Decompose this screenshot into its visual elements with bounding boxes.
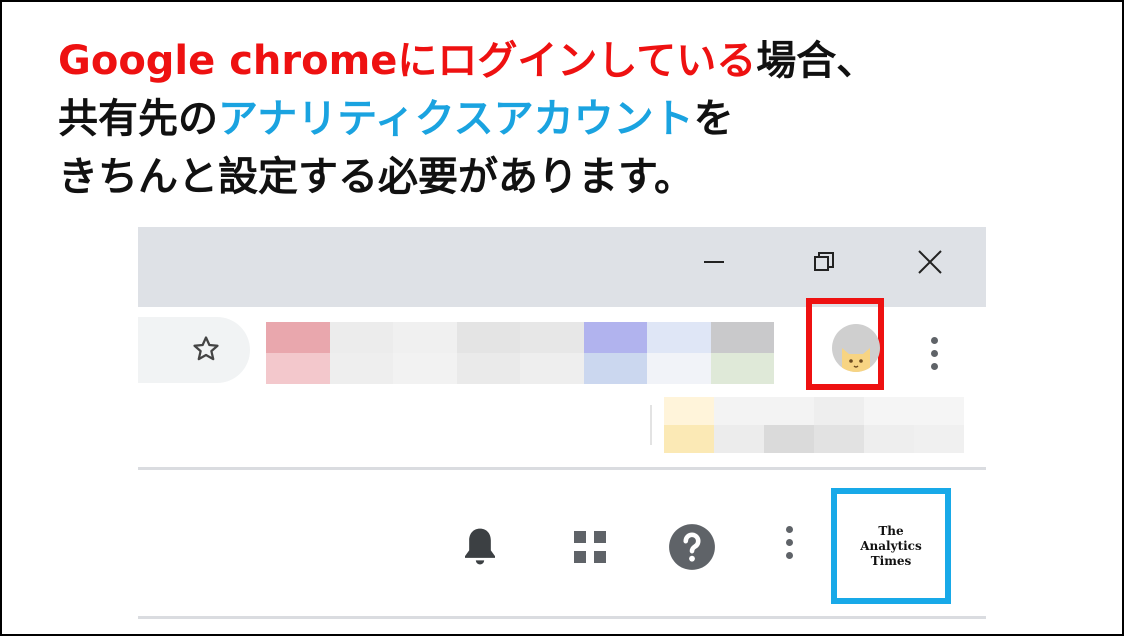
more-vert-dot	[930, 363, 938, 370]
notifications-button[interactable]	[456, 523, 504, 571]
extension-icon-tile[interactable]	[710, 353, 774, 384]
bookmark-separator	[650, 405, 652, 445]
extension-icon-tile[interactable]	[710, 322, 774, 353]
minimize-icon	[704, 261, 724, 263]
section-divider	[138, 467, 986, 470]
headline-emphasis-account: アナリティクスアカウント	[218, 96, 694, 142]
bookmark-tile[interactable]	[914, 397, 964, 425]
help-button[interactable]	[666, 521, 718, 573]
extension-icon-tile[interactable]	[329, 353, 393, 384]
extension-icon-tile[interactable]	[329, 322, 393, 353]
extension-icon-tile[interactable]	[393, 322, 457, 353]
headline-line-3: きちんと設定する必要があります。	[58, 154, 694, 200]
extension-icon-tile[interactable]	[393, 353, 457, 384]
bookmark-star-button[interactable]	[186, 329, 226, 369]
headline: Google chromeにログインしている場合、 共有先のアナリティクスアカウ…	[58, 32, 876, 206]
extension-icons	[266, 322, 774, 384]
bookmark-tile[interactable]	[814, 425, 864, 453]
extension-icon-tile[interactable]	[266, 322, 330, 353]
headline-text: 共有先の	[58, 96, 218, 142]
chrome-menu-button[interactable]	[924, 337, 944, 370]
logo-line-2: Analytics	[860, 538, 922, 553]
analytics-more-button[interactable]	[779, 526, 799, 559]
bookmark-tile[interactable]	[714, 397, 764, 425]
bookmark-tile[interactable]	[864, 397, 914, 425]
bookmark-tile[interactable]	[764, 425, 814, 453]
more-vert-dot	[930, 350, 938, 357]
browser-screenshot: The Analytics Times	[138, 227, 986, 622]
headline-text: 場合、	[756, 38, 877, 84]
bookmark-tile[interactable]	[714, 425, 764, 453]
apps-button[interactable]	[566, 523, 614, 571]
more-vert-dot	[785, 539, 793, 546]
extension-icon-tile[interactable]	[647, 353, 711, 384]
headline-line-1: Google chromeにログインしている場合、	[58, 32, 876, 90]
analytics-times-logo: The Analytics Times	[860, 524, 922, 569]
more-vert-icon	[930, 337, 938, 344]
cat-avatar-icon	[842, 348, 870, 372]
extension-icon-tile[interactable]	[520, 353, 584, 384]
extension-icon-tile[interactable]	[266, 353, 330, 384]
analytics-account-button[interactable]: The Analytics Times	[831, 488, 951, 604]
apps-icon	[574, 531, 606, 563]
notifications-icon	[465, 528, 495, 565]
bookmark-tile[interactable]	[764, 397, 814, 425]
extension-icon-tile[interactable]	[456, 322, 520, 353]
window-titlebar	[138, 227, 986, 307]
extension-icon-tile[interactable]	[520, 322, 584, 353]
logo-line-3: Times	[870, 553, 912, 568]
logo-line-1: The	[878, 523, 904, 538]
extension-icon-tile[interactable]	[583, 322, 647, 353]
close-icon	[918, 250, 942, 274]
more-vert-dot	[785, 552, 793, 559]
headline-emphasis-login: Google chromeにログインしている	[58, 38, 757, 84]
minimize-button[interactable]	[691, 239, 737, 285]
bookmark-tile[interactable]	[914, 425, 964, 453]
help-icon	[669, 524, 715, 570]
close-button[interactable]	[907, 239, 953, 285]
bookmark-tile[interactable]	[664, 397, 714, 425]
bookmark-tile[interactable]	[664, 425, 714, 453]
bookmark-bar-items	[664, 397, 964, 453]
more-vert-icon	[785, 526, 793, 533]
slide-frame: Google chromeにログインしている場合、 共有先のアナリティクスアカウ…	[0, 0, 1124, 636]
restore-icon	[814, 252, 834, 271]
extension-icon-tile[interactable]	[583, 353, 647, 384]
extension-icon-tile[interactable]	[647, 322, 711, 353]
bookmark-tile[interactable]	[814, 397, 864, 425]
star-icon	[193, 336, 219, 361]
headline-text: を	[693, 96, 734, 142]
extension-icon-tile[interactable]	[456, 353, 520, 384]
headline-line-2: 共有先のアナリティクスアカウントを	[58, 90, 876, 148]
bookmark-tile[interactable]	[864, 425, 914, 453]
profile-avatar[interactable]	[832, 324, 880, 372]
bottom-divider	[138, 616, 986, 619]
restore-button[interactable]	[801, 239, 847, 285]
